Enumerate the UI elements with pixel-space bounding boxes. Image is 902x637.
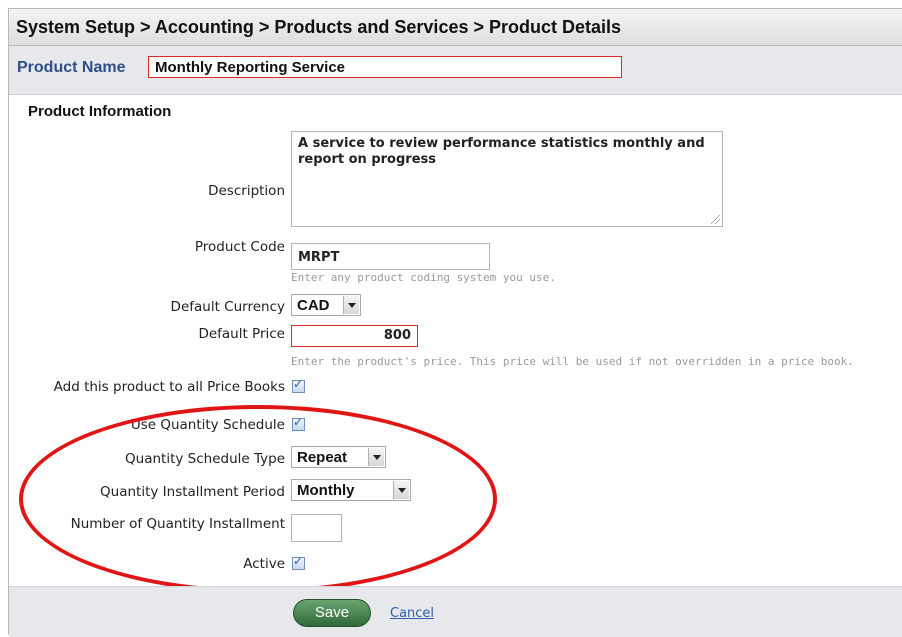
- description-textarea[interactable]: A service to review performance statisti…: [291, 131, 723, 227]
- default-currency-select[interactable]: CAD: [291, 294, 361, 316]
- section-title: Product Information: [28, 103, 172, 120]
- use-quantity-schedule-label: Use Quantity Schedule: [130, 417, 285, 433]
- add-to-price-books-checkbox[interactable]: ✓: [292, 377, 305, 393]
- number-of-installments-input[interactable]: [291, 514, 342, 542]
- default-currency-label: Default Currency: [170, 299, 285, 315]
- default-currency-value: CAD: [297, 297, 330, 314]
- chevron-down-icon[interactable]: [393, 481, 409, 499]
- quantity-schedule-type-select[interactable]: Repeat: [291, 446, 386, 468]
- breadcrumb: System Setup > Accounting > Products and…: [16, 17, 622, 37]
- product-code-input[interactable]: MRPT: [291, 243, 490, 270]
- checkmark-icon: ✓: [293, 377, 304, 391]
- chevron-down-icon[interactable]: [368, 448, 384, 466]
- quantity-schedule-type-label: Quantity Schedule Type: [125, 451, 285, 467]
- form-footer: [9, 586, 902, 637]
- quantity-installment-period-value: Monthly: [297, 482, 355, 499]
- default-price-label: Default Price: [198, 326, 285, 342]
- number-of-installments-label: Number of Quantity Installment: [70, 516, 285, 532]
- breadcrumb-bar: System Setup > Accounting > Products and…: [9, 9, 902, 46]
- default-price-hint: Enter the product's price. This price wi…: [291, 355, 854, 368]
- description-text: A service to review performance statisti…: [298, 136, 705, 167]
- product-name-bar: Product Name Monthly Reporting Service: [9, 46, 902, 95]
- product-code-label: Product Code: [194, 239, 285, 255]
- checkmark-icon: ✓: [293, 554, 304, 568]
- chevron-down-icon[interactable]: [343, 296, 359, 314]
- product-details-panel: System Setup > Accounting > Products and…: [8, 8, 902, 637]
- product-name-input[interactable]: Monthly Reporting Service: [148, 56, 622, 78]
- default-price-input[interactable]: 800: [291, 325, 418, 347]
- use-quantity-schedule-checkbox[interactable]: ✓: [292, 415, 305, 431]
- cancel-link[interactable]: Cancel: [390, 606, 434, 621]
- active-checkbox[interactable]: ✓: [292, 554, 305, 570]
- description-label: Description: [208, 183, 285, 199]
- add-to-price-books-label: Add this product to all Price Books: [53, 379, 285, 395]
- active-label: Active: [243, 556, 285, 572]
- quantity-installment-period-select[interactable]: Monthly: [291, 479, 411, 501]
- save-button[interactable]: Save: [293, 599, 371, 627]
- quantity-schedule-type-value: Repeat: [297, 449, 348, 466]
- product-name-label: Product Name: [17, 59, 126, 76]
- checkmark-icon: ✓: [293, 415, 304, 429]
- resize-grip-icon[interactable]: [711, 215, 720, 224]
- quantity-installment-period-label: Quantity Installment Period: [100, 484, 285, 500]
- product-code-hint: Enter any product coding system you use.: [291, 271, 556, 284]
